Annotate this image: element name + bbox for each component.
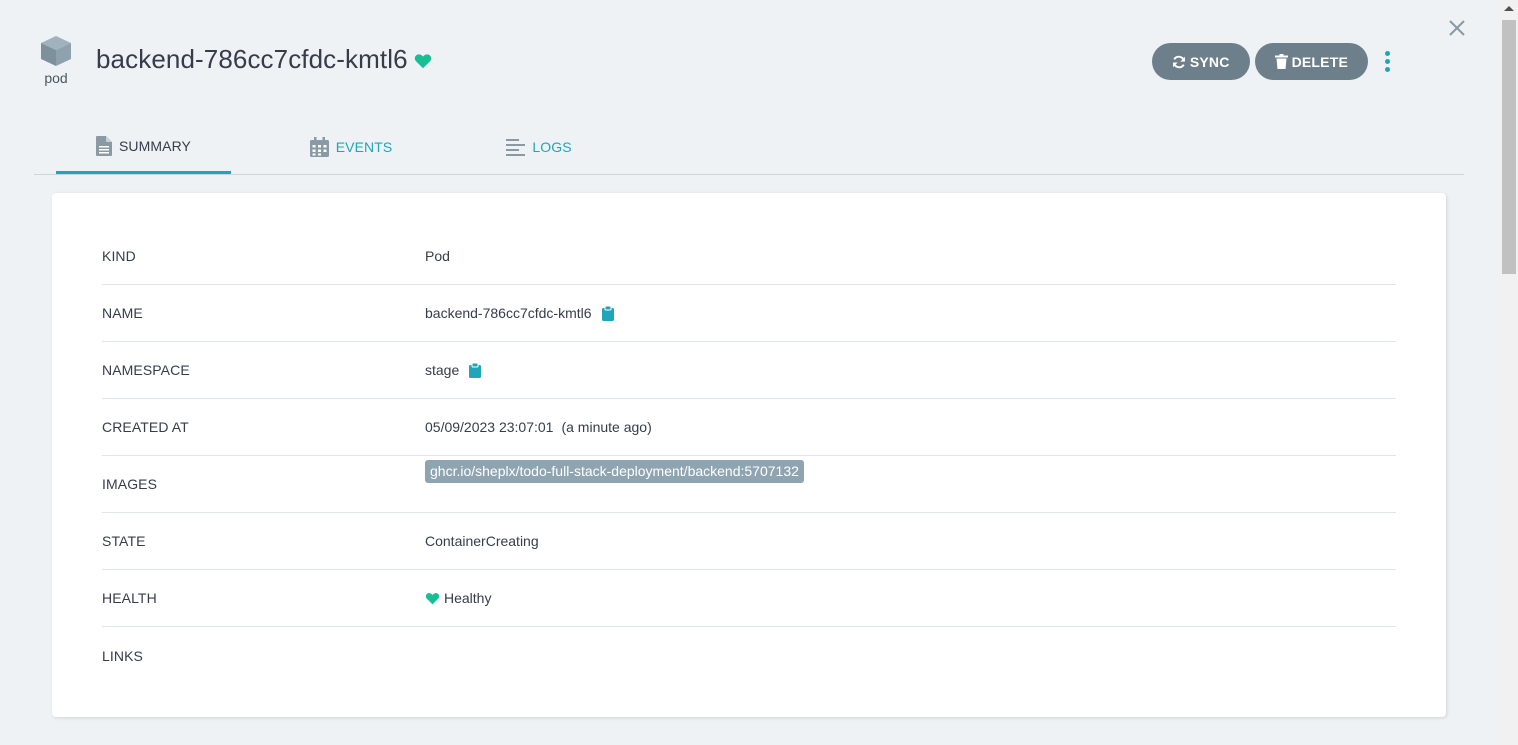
row-label: LINKS bbox=[102, 647, 143, 664]
summary-table: KIND Pod NAME backend-786cc7cfdc-kmtl6 N… bbox=[102, 228, 1396, 684]
trash-icon bbox=[1274, 54, 1288, 69]
health-status-value: Healthy bbox=[444, 590, 492, 606]
created-at-value: 05/09/2023 23:07:01 bbox=[425, 419, 554, 435]
calendar-icon bbox=[309, 137, 329, 157]
heart-icon bbox=[425, 592, 440, 604]
row-value-wrap: Healthy bbox=[425, 590, 491, 606]
row-label: HEALTH bbox=[102, 590, 157, 606]
kind-label: pod bbox=[44, 70, 68, 86]
kind-badge: pod bbox=[36, 34, 76, 86]
row-kind: KIND Pod bbox=[102, 228, 1396, 285]
row-label: KIND bbox=[102, 248, 136, 264]
action-bar: SYNC DELETE bbox=[1147, 43, 1392, 80]
tab-summary[interactable]: SUMMARY bbox=[56, 120, 231, 174]
title-area: backend-786cc7cfdc-kmtl6 bbox=[96, 44, 432, 75]
clipboard-icon[interactable] bbox=[469, 362, 482, 378]
namespace-value: stage bbox=[425, 362, 460, 378]
row-health: HEALTH Healthy bbox=[102, 570, 1396, 627]
file-icon bbox=[95, 135, 112, 156]
tab-logs[interactable]: LOGS bbox=[494, 120, 584, 174]
clipboard-icon[interactable] bbox=[601, 305, 614, 321]
row-value-wrap: backend-786cc7cfdc-kmtl6 bbox=[425, 305, 614, 321]
sync-button-label: SYNC bbox=[1189, 53, 1230, 70]
row-images: IMAGES ghcr.io/sheplx/todo-full-stack-de… bbox=[102, 456, 1396, 513]
tab-logs-label: LOGS bbox=[532, 139, 572, 155]
sync-icon bbox=[1172, 55, 1185, 68]
panel-header: pod backend-786cc7cfdc-kmtl6 SYNC DELETE bbox=[0, 0, 1500, 110]
row-label: NAMESPACE bbox=[102, 362, 190, 378]
row-label: NAME bbox=[102, 305, 143, 321]
page-title: backend-786cc7cfdc-kmtl6 bbox=[96, 44, 408, 74]
tab-events[interactable]: EVENTS bbox=[296, 120, 406, 174]
vertical-scrollbar[interactable] bbox=[1500, 0, 1518, 745]
row-label: STATE bbox=[102, 533, 146, 549]
row-value: ContainerCreating bbox=[425, 533, 539, 549]
row-namespace: NAMESPACE stage bbox=[102, 342, 1396, 399]
delete-button-label: DELETE bbox=[1291, 53, 1348, 70]
align-left-icon bbox=[506, 139, 526, 156]
created-at-relative: (a minute ago) bbox=[561, 419, 652, 435]
row-links: LINKS bbox=[102, 627, 1396, 684]
kebab-menu-icon[interactable] bbox=[1382, 50, 1392, 74]
sync-button[interactable]: SYNC bbox=[1151, 43, 1250, 80]
row-value-wrap: stage bbox=[425, 362, 482, 378]
cube-icon bbox=[41, 36, 71, 66]
tab-events-label: EVENTS bbox=[335, 139, 393, 155]
image-tag: ghcr.io/sheplx/todo-full-stack-deploymen… bbox=[425, 460, 804, 483]
delete-button[interactable]: DELETE bbox=[1254, 43, 1368, 80]
row-created-at: CREATED AT 05/09/2023 23:07:01 (a minute… bbox=[102, 399, 1396, 456]
resource-details-panel: pod backend-786cc7cfdc-kmtl6 SYNC DELETE… bbox=[0, 0, 1518, 745]
resource-name-value: backend-786cc7cfdc-kmtl6 bbox=[425, 305, 592, 321]
tab-bar: SUMMARY EVENTS LOGS bbox=[34, 120, 1464, 175]
scrollbar-thumb[interactable] bbox=[1502, 20, 1516, 274]
tab-summary-label: SUMMARY bbox=[118, 137, 191, 154]
row-label: IMAGES bbox=[102, 476, 158, 492]
row-value-wrap: 05/09/2023 23:07:01 (a minute ago) bbox=[425, 419, 652, 435]
scroll-up-arrow-icon[interactable] bbox=[1504, 6, 1514, 11]
row-label: CREATED AT bbox=[102, 419, 189, 435]
row-name: NAME backend-786cc7cfdc-kmtl6 bbox=[102, 285, 1396, 342]
summary-card: KIND Pod NAME backend-786cc7cfdc-kmtl6 N… bbox=[52, 193, 1446, 717]
heart-icon bbox=[414, 54, 431, 69]
row-value: Pod bbox=[425, 248, 450, 264]
row-state: STATE ContainerCreating bbox=[102, 513, 1396, 570]
close-icon[interactable] bbox=[1448, 19, 1466, 37]
